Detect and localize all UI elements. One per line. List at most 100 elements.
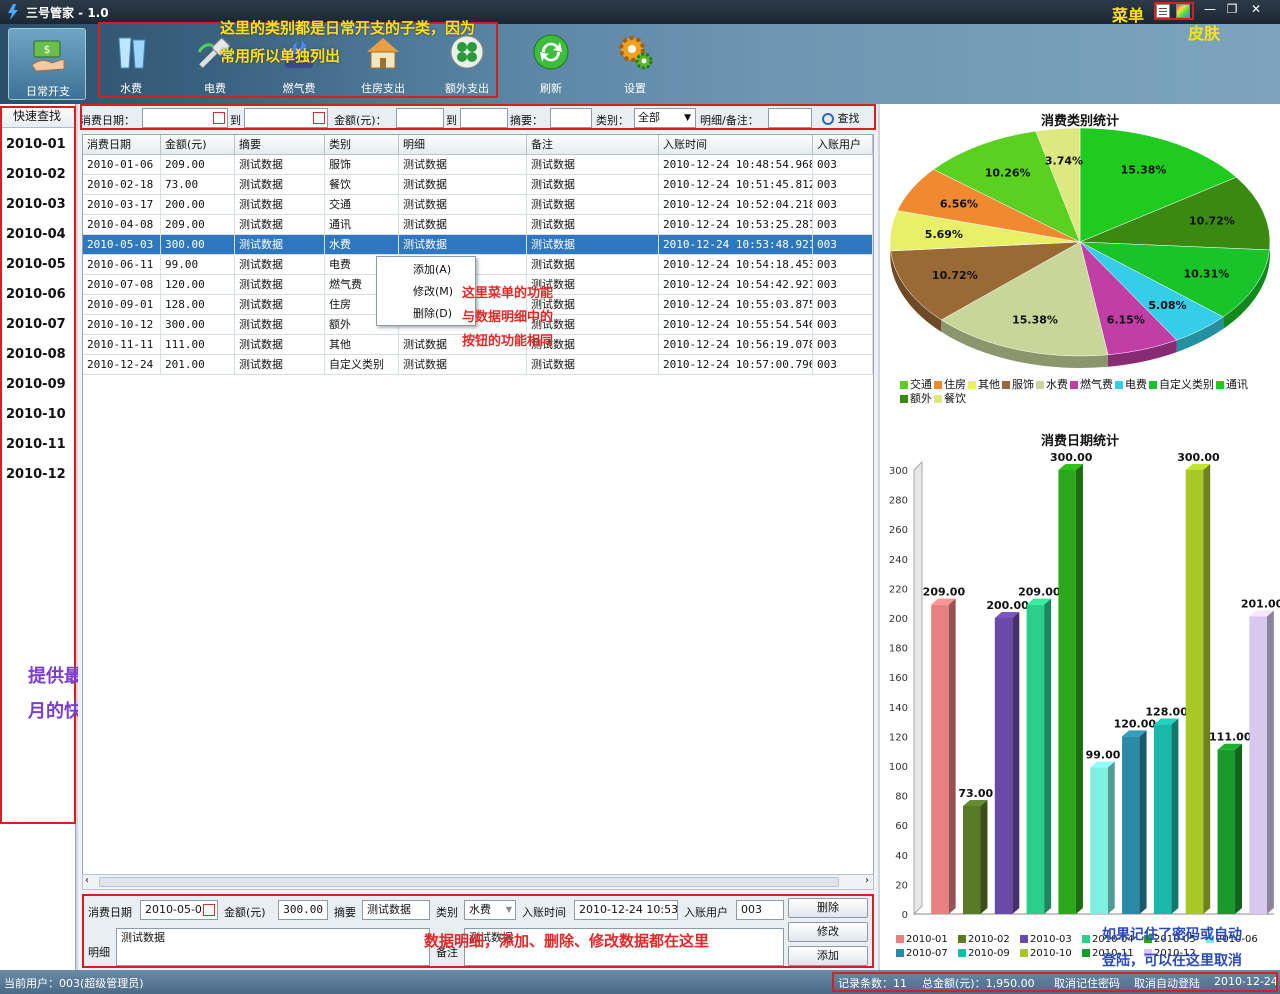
table-cell: 2010-12-24 10:55:03.875: [659, 295, 813, 315]
legend-label: 2010-01: [906, 934, 948, 945]
column-header[interactable]: 入账用户: [813, 135, 873, 155]
pie-slice-label: 3.74%: [1045, 154, 1083, 167]
table-cell: 测试数据: [399, 175, 527, 195]
legend-item: 2010-03: [1020, 932, 1082, 946]
table-cell: 测试数据: [235, 275, 325, 295]
window-title: 三号管家 - 1.0: [26, 6, 109, 20]
column-header[interactable]: 类别: [325, 135, 399, 155]
table-cell: 003: [813, 195, 873, 215]
toolbar-label: 设置: [624, 82, 646, 95]
bar-side: [1266, 610, 1274, 914]
column-header[interactable]: 金额(元): [161, 135, 235, 155]
table-cell: 测试数据: [527, 195, 659, 215]
pie-legend: 交通 住房 其他 服饰 水费 燃气费 电费 自定义类别 通讯额外 餐饮: [900, 378, 1276, 406]
y-tick-label: 260: [889, 525, 908, 536]
scrollbar-thumb[interactable]: [99, 877, 839, 887]
close-button[interactable]: ✕: [1246, 2, 1266, 18]
bar-value-label: 73.00: [958, 787, 993, 800]
bar-value-label: 99.00: [1086, 748, 1121, 761]
legend-label: 服饰: [1012, 378, 1034, 391]
table-row[interactable]: 2010-12-24 201.00 测试数据 自定义类别 测试数据 测试数据 2010-12…: [83, 355, 873, 375]
bar: [1185, 470, 1204, 914]
pie-slice-label: 6.15%: [1107, 313, 1145, 326]
table-cell: 测试数据: [235, 315, 325, 335]
ctx-delete[interactable]: 删除(D): [377, 303, 475, 325]
horizontal-scrollbar[interactable]: ‹ ›: [82, 874, 874, 890]
column-header[interactable]: 明细: [399, 135, 527, 155]
table-cell: 测试数据: [235, 235, 325, 255]
table-cell: 测试数据: [235, 255, 325, 275]
table-cell: 003: [813, 155, 873, 175]
legend-label: 电费: [1125, 378, 1147, 391]
table-cell: 2010-10-12: [83, 315, 161, 335]
bar-value-label: 128.00: [1145, 706, 1188, 719]
table-row[interactable]: 2010-05-03 300.00 测试数据 水费 测试数据 测试数据 2010-12-24…: [83, 235, 873, 255]
table-cell: 交通: [325, 195, 399, 215]
table-cell: 99.00: [161, 255, 235, 275]
table-cell: 测试数据: [527, 175, 659, 195]
scroll-left-icon[interactable]: ‹: [85, 875, 89, 886]
legend-item: 电费: [1115, 378, 1147, 392]
daily-expense-button[interactable]: $ 日常开支: [8, 28, 86, 100]
legend-swatch: [1082, 949, 1090, 957]
legend-label: 通讯: [1226, 378, 1248, 391]
table-cell: 2010-04-08: [83, 215, 161, 235]
table-cell: 2010-12-24 10:57:00.796: [659, 355, 813, 375]
legend-item: 住房: [934, 378, 966, 392]
settings-button[interactable]: 设置: [600, 26, 670, 100]
table-cell: 2010-12-24 10:53:25.281: [659, 215, 813, 235]
table-cell: 通讯: [325, 215, 399, 235]
ctx-modify[interactable]: 修改(M): [377, 281, 475, 303]
legend-swatch: [896, 949, 904, 957]
minimize-button[interactable]: —: [1200, 2, 1220, 18]
quick-find-panel: 快速查找 2010-01 2010-02 2010-03 2010-04 201…: [0, 104, 76, 970]
pie-slice-label: 5.69%: [925, 228, 963, 241]
table-cell: 2010-12-24 10:54:18.453: [659, 255, 813, 275]
table-cell: 2010-09-01: [83, 295, 161, 315]
table-row[interactable]: 2010-02-18 73.00 测试数据 餐饮 测试数据 测试数据 2010-12-24 …: [83, 175, 873, 195]
table-cell: 2010-12-24 10:56:19.078: [659, 335, 813, 355]
legend-item: 燃气费: [1070, 378, 1113, 392]
table-cell: 003: [813, 275, 873, 295]
legend-label: 自定义类别: [1159, 378, 1214, 391]
table-cell: 服饰: [325, 155, 399, 175]
y-tick-label: 0: [902, 910, 908, 921]
table-cell: 201.00: [161, 355, 235, 375]
table-row[interactable]: 2010-03-17 200.00 测试数据 交通 测试数据 测试数据 2010-12-24…: [83, 195, 873, 215]
filter-highlight: [80, 104, 876, 130]
bar: [1153, 724, 1172, 914]
legend-swatch: [1216, 381, 1224, 389]
context-menu: 添加(A) 修改(M) 删除(D): [376, 256, 476, 326]
column-header[interactable]: 摘要: [235, 135, 325, 155]
legend-item: 2010-02: [958, 932, 1020, 946]
bar-value-label: 209.00: [923, 586, 966, 599]
annotation-menu: 菜单: [1112, 6, 1145, 25]
table-row[interactable]: 2010-06-11 99.00 测试数据 电费 测试数据 2010-12-24 10:5…: [83, 255, 873, 275]
table-cell: 2010-03-17: [83, 195, 161, 215]
ctx-add[interactable]: 添加(A): [377, 259, 475, 281]
legend-label: 其他: [978, 378, 1000, 391]
legend-item: 服饰: [1002, 378, 1034, 392]
legend-swatch: [934, 381, 942, 389]
legend-swatch: [958, 949, 966, 957]
app-logo-icon: [8, 4, 18, 20]
maximize-button[interactable]: ❐: [1222, 2, 1242, 18]
annotation-ctx-note-2: 与数据明细中的: [462, 310, 554, 325]
legend-swatch: [1036, 381, 1044, 389]
table-cell: 测试数据: [235, 195, 325, 215]
column-header[interactable]: 入账时间: [659, 135, 813, 155]
table-cell: 自定义类别: [325, 355, 399, 375]
y-tick-label: 80: [895, 792, 908, 803]
column-header[interactable]: 备注: [527, 135, 659, 155]
legend-item: 交通: [900, 378, 932, 392]
table-row[interactable]: 2010-04-08 209.00 测试数据 通讯 测试数据 测试数据 2010-12-24…: [83, 215, 873, 235]
refresh-button[interactable]: 刷新: [516, 26, 586, 100]
toolbar: $ 日常开支 水费 电费 燃气费 住房支出 额外支出 刷新 设置 这里的类别都是…: [0, 19, 1280, 104]
bar: [994, 618, 1013, 914]
axis-wall: [913, 460, 923, 916]
table-cell: 003: [813, 215, 873, 235]
chart-panel: 消费类别统计 15.38% 10.72% 10.31% 5.08% 6.15% 15.38…: [880, 104, 1280, 970]
table-row[interactable]: 2010-01-06 209.00 测试数据 服饰 测试数据 测试数据 2010-12-24…: [83, 155, 873, 175]
scroll-right-icon[interactable]: ›: [865, 875, 869, 886]
column-header[interactable]: 消费日期: [83, 135, 161, 155]
